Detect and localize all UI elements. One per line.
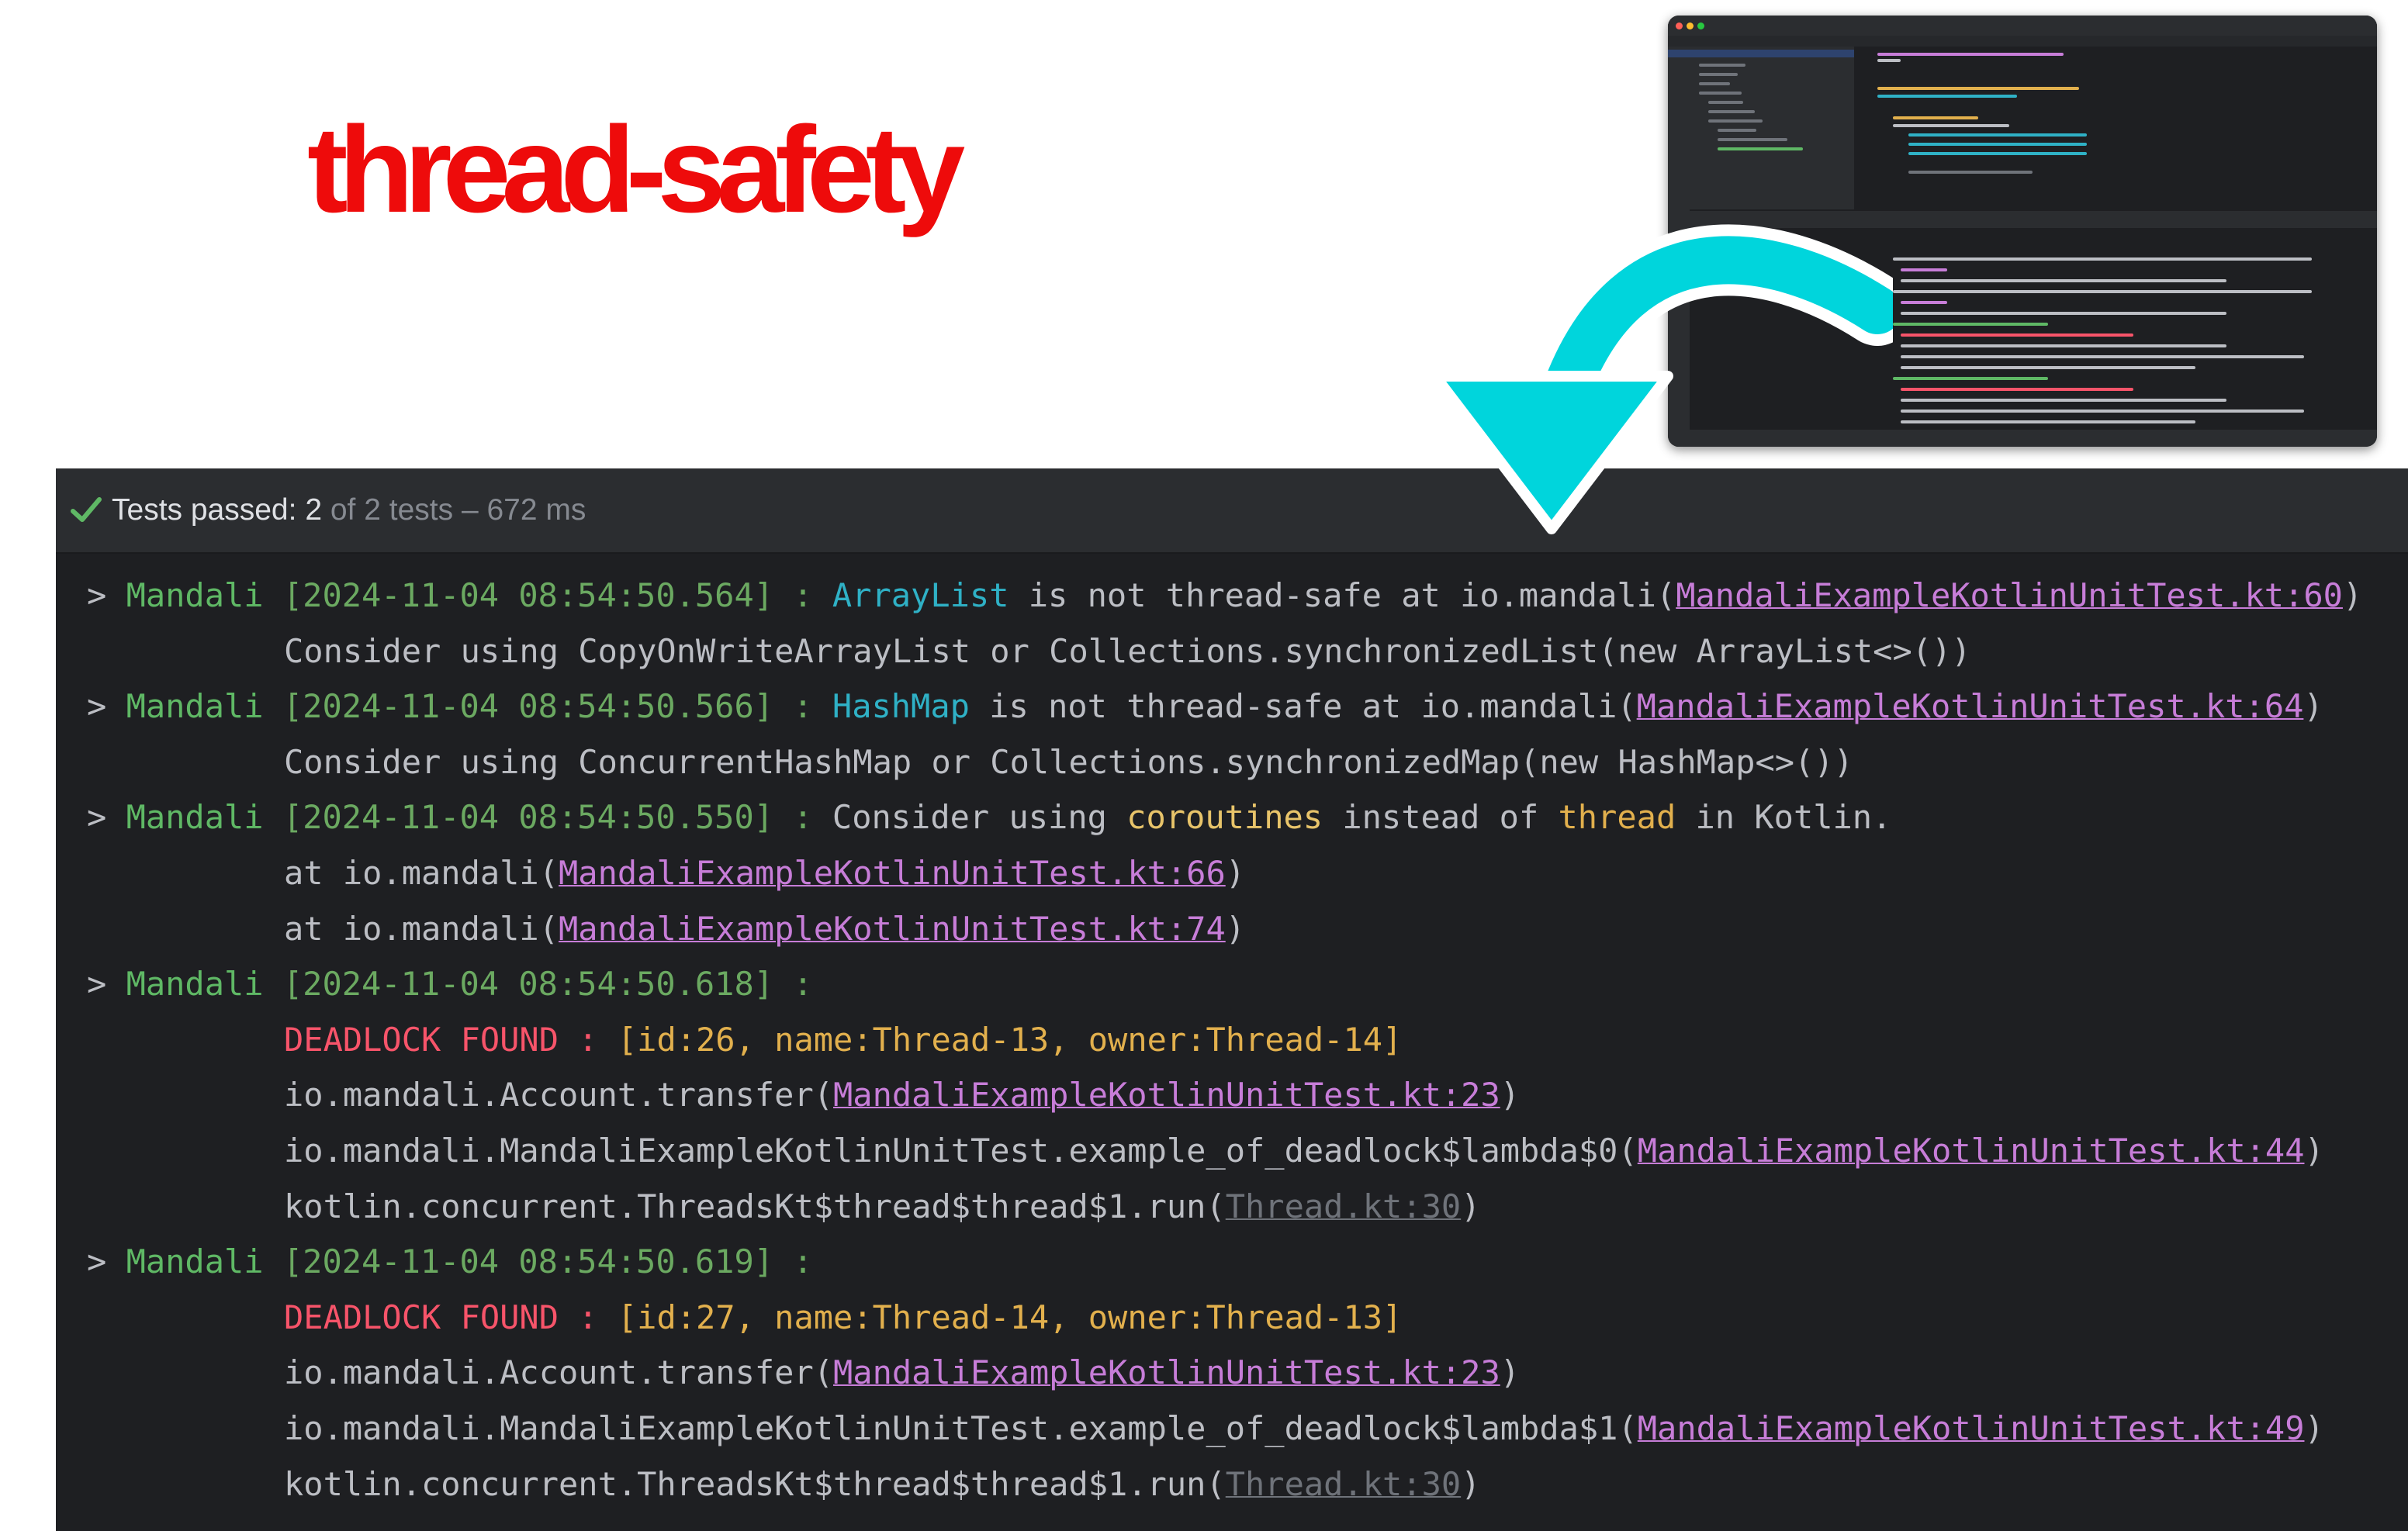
- tests-passed-count: 2: [305, 493, 323, 527]
- source-link[interactable]: MandaliExampleKotlinUnitTest.kt:64: [1637, 687, 2304, 725]
- source-link[interactable]: MandaliExampleKotlinUnitTest.kt:60: [1676, 576, 2343, 614]
- stack-line: io.mandali.Account.transfer(MandaliExamp…: [284, 1353, 1521, 1392]
- log-hint: Consider using CopyOnWriteArrayList or C…: [284, 631, 1971, 670]
- stack-line: at io.mandali(MandaliExampleKotlinUnitTe…: [284, 909, 1246, 948]
- source-link[interactable]: MandaliExampleKotlinUnitTest.kt:23: [833, 1353, 1500, 1391]
- log-hint: Consider using ConcurrentHashMap or Coll…: [284, 742, 1853, 781]
- test-output-panel: Tests passed: 2 of 2 tests – 672 ms > Ma…: [56, 468, 2408, 1531]
- curved-arrow-icon: [1430, 224, 1893, 534]
- ide-title-bar: [1668, 16, 2377, 36]
- stack-line: io.mandali.MandaliExampleKotlinUnitTest.…: [284, 1131, 2324, 1170]
- log-timestamp: [2024-11-04 08:54:50.564] :: [263, 576, 832, 614]
- stack-line: at io.mandali(MandaliExampleKotlinUnitTe…: [284, 853, 1246, 892]
- log-tag: Mandali: [126, 687, 264, 726]
- log-timestamp: [2024-11-04 08:54:50.566] :: [263, 687, 832, 726]
- class-name: HashMap: [832, 687, 970, 726]
- stack-line: kotlin.concurrent.ThreadsKt$thread$threa…: [284, 1464, 1481, 1503]
- log-timestamp: [2024-11-04 08:54:50.619] :: [263, 1242, 813, 1281]
- source-link[interactable]: MandaliExampleKotlinUnitTest.kt:23: [833, 1076, 1500, 1114]
- library-source-link[interactable]: Thread.kt:30: [1226, 1465, 1461, 1503]
- test-duration: – 672 ms: [461, 493, 586, 527]
- library-source-link[interactable]: Thread.kt:30: [1226, 1187, 1461, 1225]
- log-timestamp: [2024-11-04 08:54:50.550] :: [263, 798, 832, 837]
- log-tag: Mandali: [126, 576, 264, 614]
- deadlock-line: DEADLOCK FOUND : [id:26, name:Thread-13,…: [87, 1012, 2408, 1068]
- deadlock-label: DEADLOCK FOUND :: [284, 1298, 618, 1336]
- log-line: > Mandali [2024-11-04 08:54:50.564] : Ar…: [87, 576, 2363, 614]
- deadlock-line: DEADLOCK FOUND : [id:27, name:Thread-14,…: [87, 1290, 2408, 1346]
- keyword-coroutines: coroutines: [1126, 798, 1323, 837]
- deadlock-info: [id:26, name:Thread-13, owner:Thread-14]: [617, 1020, 1403, 1059]
- stack-line: kotlin.concurrent.ThreadsKt$thread$threa…: [284, 1187, 1481, 1225]
- log-tag: Mandali: [126, 965, 264, 1004]
- log-tag: Mandali: [126, 798, 264, 837]
- stack-line: io.mandali.Account.transfer(MandaliExamp…: [284, 1076, 1521, 1115]
- page-title: thread-safety: [307, 102, 965, 238]
- deadlock-info: [id:27, name:Thread-14, owner:Thread-13]: [617, 1298, 1403, 1336]
- log-line: > Mandali [2024-11-04 08:54:50.618] :: [87, 965, 813, 1004]
- log-timestamp: [2024-11-04 08:54:50.618] :: [263, 965, 813, 1004]
- keyword-thread: thread: [1558, 798, 1676, 837]
- class-name: ArrayList: [832, 576, 1009, 614]
- check-icon: [71, 497, 102, 522]
- log-line: > Mandali [2024-11-04 08:54:50.550] : Co…: [87, 798, 1892, 837]
- tests-passed-summary: Tests passed: 2 of 2 tests – 672 ms: [112, 487, 586, 534]
- deadlock-label: DEADLOCK FOUND :: [284, 1020, 618, 1059]
- log-line: > Mandali [2024-11-04 08:54:50.619] :: [87, 1242, 813, 1281]
- source-link[interactable]: MandaliExampleKotlinUnitTest.kt:49: [1638, 1409, 2305, 1447]
- ide-editor: [1860, 47, 2377, 209]
- tests-passed-label: Tests passed:: [112, 493, 297, 527]
- stack-line: io.mandali.MandaliExampleKotlinUnitTest.…: [284, 1408, 2324, 1447]
- ide-project-tree: [1668, 47, 1854, 209]
- source-link[interactable]: MandaliExampleKotlinUnitTest.kt:74: [559, 910, 1226, 948]
- log-message: is not thread-safe at io.mandali(: [969, 687, 1637, 726]
- tests-total-label: of 2 tests: [330, 493, 454, 527]
- log-line: > Mandali [2024-11-04 08:54:50.566] : Ha…: [87, 687, 2323, 726]
- source-link[interactable]: MandaliExampleKotlinUnitTest.kt:44: [1638, 1132, 2305, 1170]
- log-message: is not thread-safe at io.mandali(: [1009, 576, 1676, 614]
- source-link[interactable]: MandaliExampleKotlinUnitTest.kt:66: [559, 854, 1226, 892]
- log-tag: Mandali: [126, 1242, 264, 1281]
- console-log: > Mandali [2024-11-04 08:54:50.564] : Ar…: [87, 568, 2408, 1512]
- test-results-header: Tests passed: 2 of 2 tests – 672 ms: [56, 468, 2408, 554]
